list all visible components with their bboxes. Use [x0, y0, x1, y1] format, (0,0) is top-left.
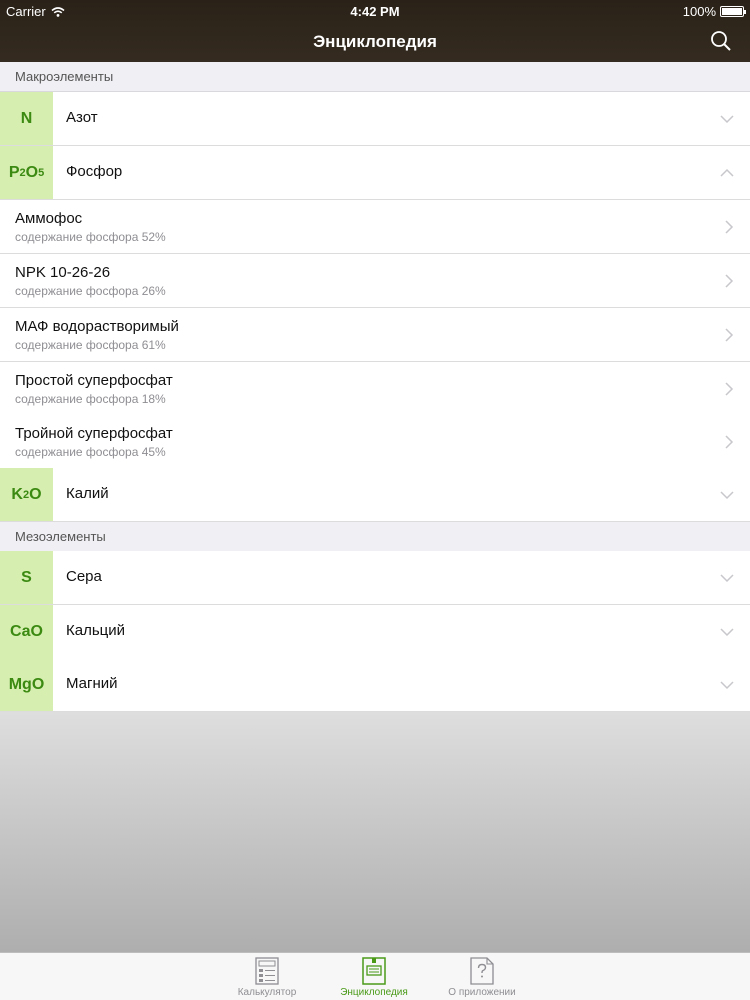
item-subtitle: содержание фосфора 26% — [15, 284, 166, 298]
chevron-down-icon — [720, 681, 734, 690]
item-subtitle: содержание фосфора 45% — [15, 445, 166, 459]
chevron-right-icon — [725, 435, 734, 449]
element-badge: S — [0, 551, 53, 604]
tab-label: О приложении — [448, 987, 516, 998]
tab-encyclopedia[interactable]: Энциклопедия — [324, 957, 424, 998]
battery-info: 100% — [682, 4, 746, 19]
item-title: Аммофос — [15, 210, 83, 227]
battery-icon — [720, 6, 746, 17]
item-subtitle: содержание фосфора 18% — [15, 392, 166, 406]
element-badge: K2O — [0, 468, 53, 521]
item-title: Простой суперфосфат — [15, 372, 173, 389]
tab-about[interactable]: О приложении — [432, 957, 532, 998]
element-row-calcium[interactable]: CaO Кальций — [0, 605, 750, 659]
chevron-down-icon — [720, 628, 734, 637]
chevron-right-icon — [725, 274, 734, 288]
tab-calculator[interactable]: Калькулятор — [217, 957, 317, 998]
clock: 4:42 PM — [350, 4, 400, 19]
search-icon[interactable] — [710, 30, 732, 52]
element-label: Сера — [66, 568, 102, 585]
list-item[interactable]: Аммофос содержание фосфора 52% — [0, 200, 750, 254]
navigation-bar: Carrier 4:42 PM 100% Энциклопедия — [0, 0, 750, 62]
item-title: Тройной суперфосфат — [15, 425, 173, 442]
empty-background — [0, 712, 750, 952]
status-bar: Carrier 4:42 PM 100% — [0, 0, 750, 22]
list-item[interactable]: NPK 10-26-26 содержание фосфора 26% — [0, 254, 750, 308]
element-label: Азот — [66, 109, 98, 126]
section-header-macro: Макроэлементы — [0, 62, 750, 92]
chevron-right-icon — [725, 220, 734, 234]
tab-label: Энциклопедия — [340, 987, 408, 998]
chevron-down-icon — [720, 491, 734, 500]
element-label: Фосфор — [66, 163, 123, 180]
element-row-sulfur[interactable]: S Сера — [0, 551, 750, 605]
element-label: Магний — [66, 675, 118, 692]
chevron-up-icon — [720, 168, 734, 177]
list-item[interactable]: МАФ водорастворимый содержание фосфора 6… — [0, 308, 750, 362]
tab-label: Калькулятор — [237, 987, 297, 998]
element-row-phosphorus[interactable]: P2O5 Фосфор — [0, 146, 750, 200]
tab-bar: Калькулятор Энциклопедия О приложении — [0, 952, 750, 1000]
element-label: Кальций — [66, 622, 125, 639]
about-icon — [470, 957, 494, 985]
badge-symbol: O — [25, 163, 39, 181]
element-row-nitrogen[interactable]: N Азот — [0, 92, 750, 146]
chevron-down-icon — [720, 574, 734, 583]
list-item[interactable]: Простой суперфосфат содержание фосфора 1… — [0, 362, 750, 416]
badge-symbol: O — [29, 485, 42, 503]
element-badge: P2O5 — [0, 146, 53, 199]
chevron-right-icon — [725, 328, 734, 342]
item-subtitle: содержание фосфора 52% — [15, 230, 166, 244]
element-badge: CaO — [0, 605, 53, 658]
page-title: Энциклопедия — [313, 32, 437, 51]
element-row-potassium[interactable]: K2O Калий — [0, 468, 750, 522]
badge-subscript: 5 — [38, 166, 45, 179]
battery-percent: 100% — [682, 4, 716, 19]
element-row-magnesium[interactable]: MgO Магний — [0, 658, 750, 712]
list-item[interactable]: Тройной суперфосфат содержание фосфора 4… — [0, 415, 750, 469]
element-badge: MgO — [0, 658, 53, 711]
section-header-meso: Мезоэлементы — [0, 522, 750, 552]
chevron-right-icon — [725, 382, 734, 396]
item-subtitle: содержание фосфора 61% — [15, 338, 166, 352]
badge-symbol: K — [11, 485, 23, 503]
element-badge: N — [0, 92, 53, 145]
item-title: NPK 10-26-26 — [15, 264, 111, 281]
item-title: МАФ водорастворимый — [15, 318, 179, 335]
badge-symbol: P — [8, 163, 20, 181]
chevron-down-icon — [720, 115, 734, 124]
calculator-icon — [255, 957, 279, 985]
element-label: Калий — [66, 485, 109, 502]
encyclopedia-icon — [362, 957, 386, 985]
